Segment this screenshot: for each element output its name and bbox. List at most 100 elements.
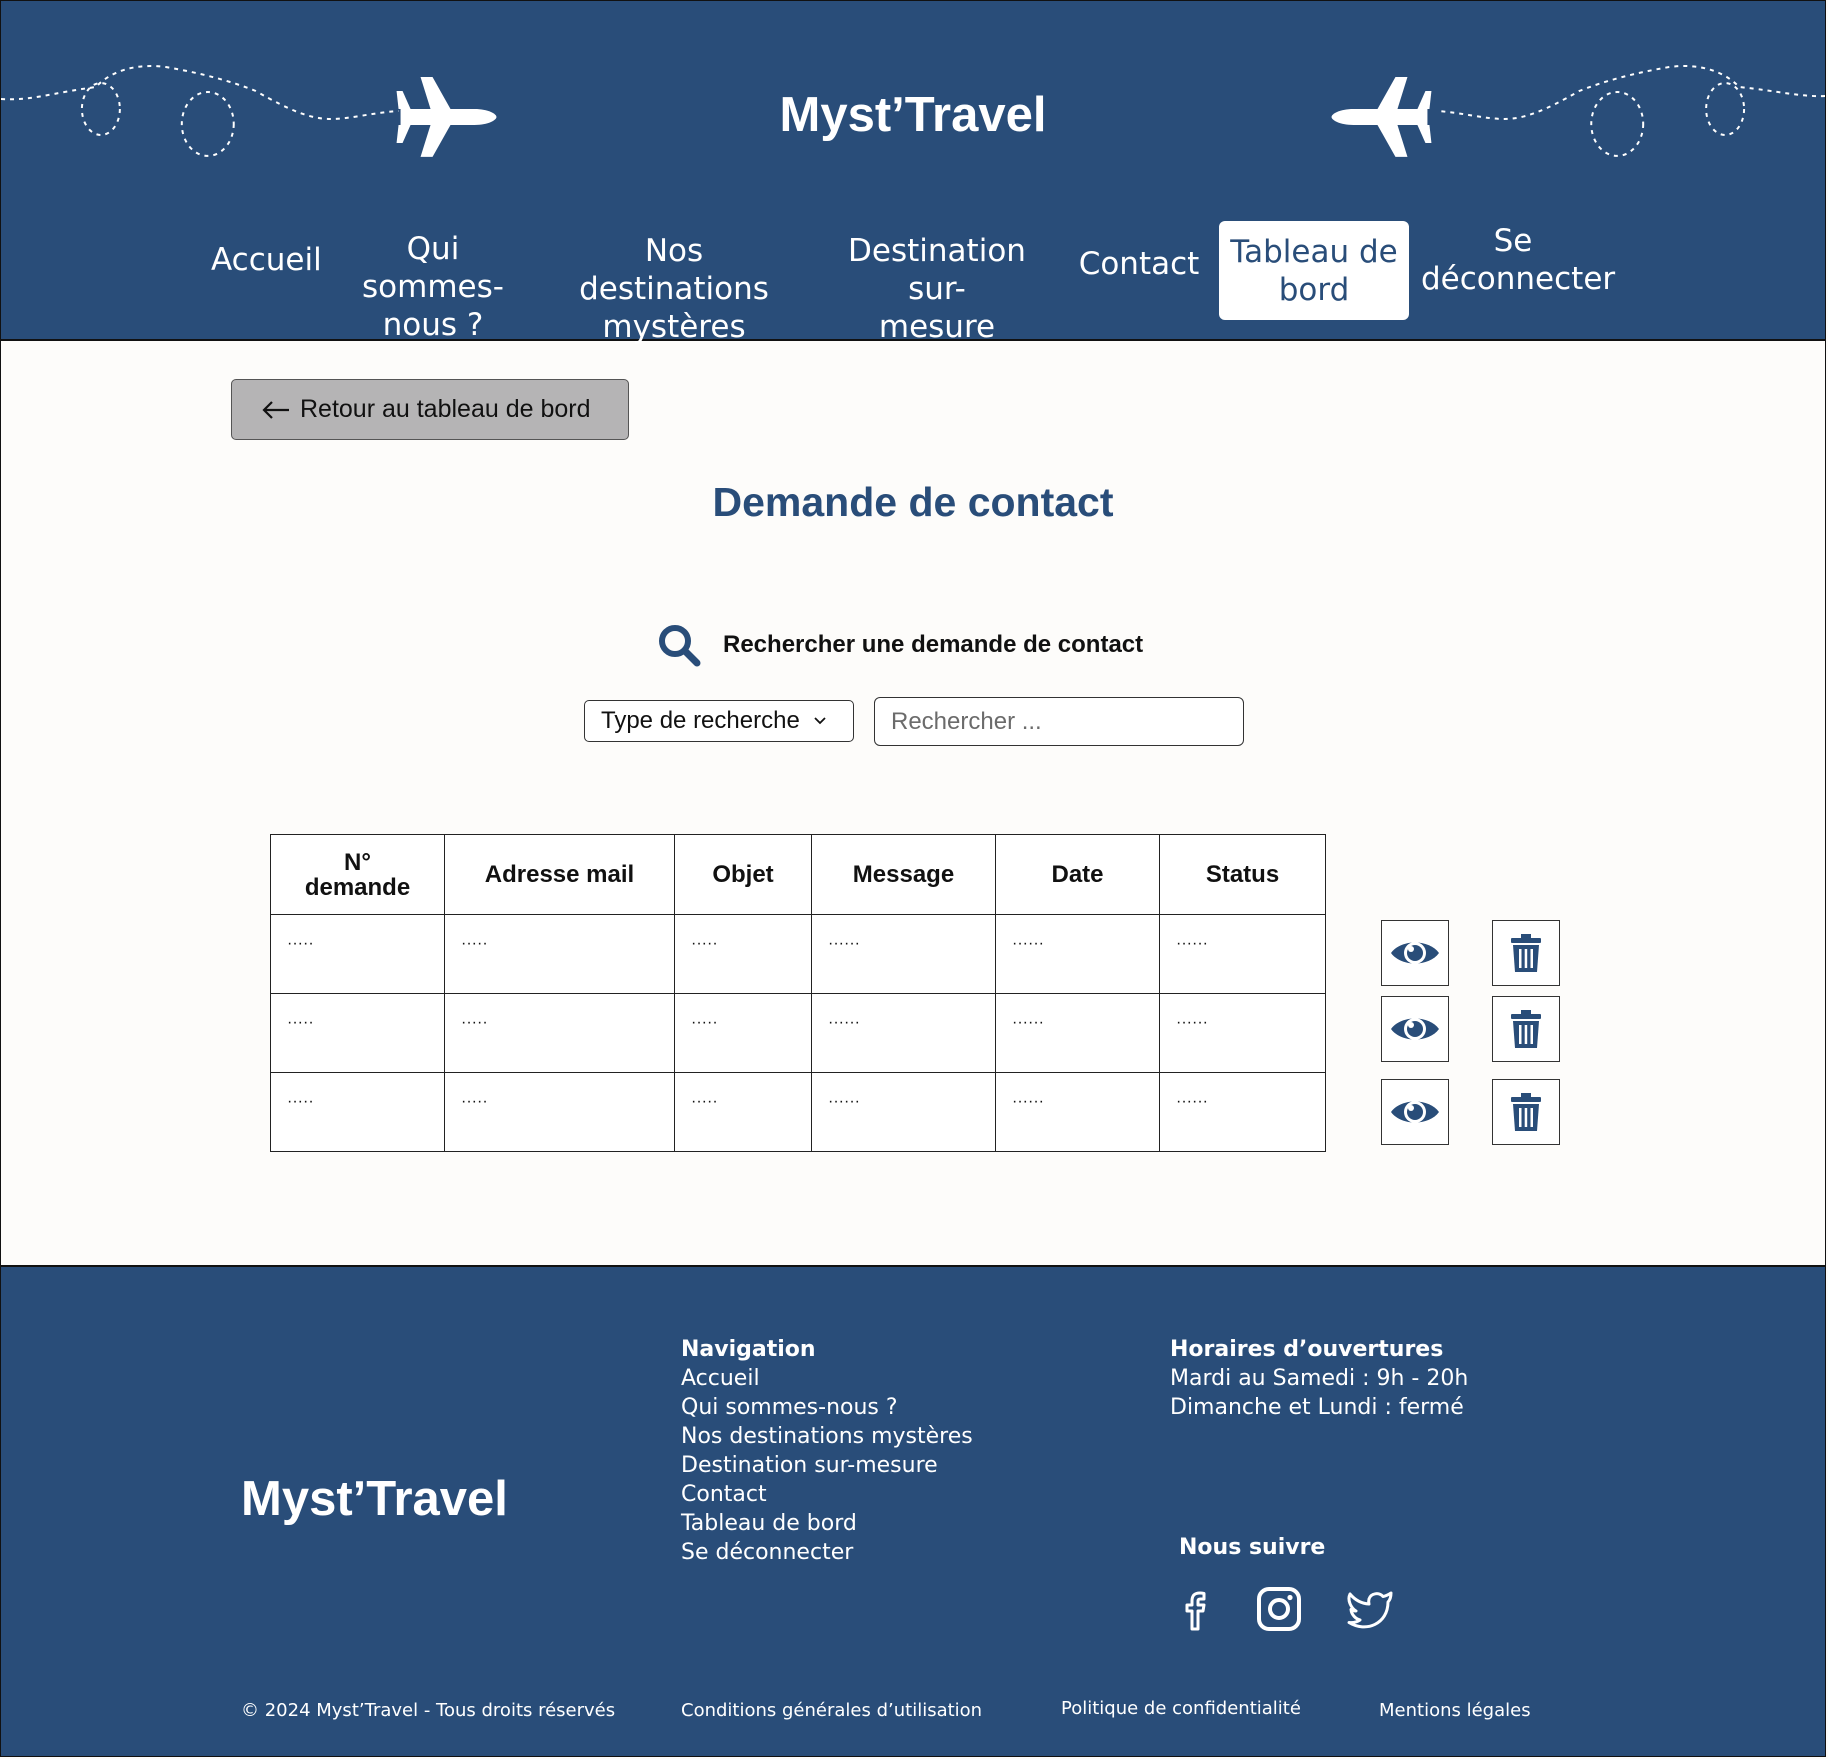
table-cell: ····· xyxy=(674,1072,812,1152)
page: Myst’Travel Accueil Qui sommes- nous ? N… xyxy=(0,0,1826,1757)
legal-notice-link[interactable]: Mentions légales xyxy=(1379,1700,1531,1721)
footer-hours-line: Dimanche et Lundi : fermé xyxy=(1170,1395,1464,1420)
footer-link-se-deconnecter[interactable]: Se déconnecter xyxy=(681,1538,973,1567)
footer-hours-title: Horaires d’ouvertures xyxy=(1170,1337,1444,1362)
footer-hours-line: Mardi au Samedi : 9h - 20h xyxy=(1170,1366,1469,1391)
nav-destinations-mysteres[interactable]: Nos destinations mystères xyxy=(549,232,799,346)
table-row: ····· ····· ····· ······ ······ ······ xyxy=(270,1072,1326,1152)
footer-link-destinations-mysteres[interactable]: Nos destinations mystères xyxy=(681,1422,973,1451)
footer-link-contact[interactable]: Contact xyxy=(681,1480,973,1509)
search-icon xyxy=(659,625,701,667)
site-title[interactable]: Myst’Travel xyxy=(1,87,1825,143)
delete-request-button[interactable] xyxy=(1492,996,1560,1062)
table-cell: ····· xyxy=(444,1072,675,1152)
footer-logo[interactable]: Myst’Travel xyxy=(241,1471,508,1527)
back-to-dashboard-button[interactable]: Retour au tableau de bord xyxy=(231,379,629,440)
table-cell: ······ xyxy=(1159,993,1326,1073)
site-header: Myst’Travel Accueil Qui sommes- nous ? N… xyxy=(1,1,1825,345)
eye-icon xyxy=(1391,1101,1439,1123)
nav-label: bord xyxy=(1278,271,1350,308)
table-cell: ····· xyxy=(270,1072,445,1152)
footer-link-tableau-de-bord[interactable]: Tableau de bord xyxy=(681,1509,973,1538)
eye-icon xyxy=(1391,942,1439,964)
table-cell: ····· xyxy=(444,993,675,1073)
site-footer: Myst’Travel Navigation Accueil Qui somme… xyxy=(1,1265,1825,1756)
nav-qui-sommes-nous[interactable]: Qui sommes- nous ? xyxy=(333,230,533,344)
delete-request-button[interactable] xyxy=(1492,1079,1560,1145)
nav-label: mesure xyxy=(878,309,996,345)
column-header-email: Adresse mail xyxy=(444,834,675,915)
search-type-select[interactable]: Type de recherche xyxy=(584,700,854,742)
table-cell: ····· xyxy=(270,993,445,1073)
column-header-label: N° xyxy=(344,848,371,876)
nav-tableau-de-bord[interactable]: Tableau de bord xyxy=(1219,221,1409,320)
footer-hours: Horaires d’ouvertures Mardi au Samedi : … xyxy=(1170,1335,1468,1422)
twitter-icon[interactable] xyxy=(1346,1585,1394,1633)
table-header-row: N° demande Adresse mail Objet Message Da… xyxy=(270,834,1326,915)
view-request-button[interactable] xyxy=(1381,1079,1449,1145)
nav-label: Qui sommes- xyxy=(362,231,504,305)
nav-label: Contact xyxy=(1078,246,1200,282)
search-section-header: Rechercher une demande de contact xyxy=(657,623,1143,667)
table-cell: ····· xyxy=(674,914,812,994)
footer-nav-title: Navigation xyxy=(681,1337,816,1362)
search-input[interactable] xyxy=(874,697,1244,746)
eye-icon xyxy=(1391,1018,1439,1040)
nav-contact[interactable]: Contact xyxy=(1077,245,1201,283)
trash-icon xyxy=(1511,1010,1541,1048)
nav-accueil[interactable]: Accueil xyxy=(211,241,322,279)
footer-link-destination-sur-mesure[interactable]: Destination sur-mesure xyxy=(681,1451,973,1480)
nav-label: Se xyxy=(1493,223,1533,259)
search-type-value: Type de recherche xyxy=(601,707,800,734)
nav-label: Destination sur- xyxy=(848,233,1026,307)
nav-label: déconnecter xyxy=(1421,261,1616,297)
instagram-icon[interactable] xyxy=(1255,1585,1303,1633)
column-header-label: demande xyxy=(304,873,411,901)
trash-icon xyxy=(1511,1093,1541,1131)
footer-follow-title: Nous suivre xyxy=(1179,1535,1326,1560)
trash-icon xyxy=(1511,934,1541,972)
table-row: ····· ····· ····· ······ ······ ······ xyxy=(270,993,1326,1073)
view-request-button[interactable] xyxy=(1381,920,1449,986)
table-cell: ······ xyxy=(811,993,996,1073)
table-cell: ······ xyxy=(811,1072,996,1152)
nav-label: mystères xyxy=(602,309,746,345)
table-cell: ······ xyxy=(1159,1072,1326,1152)
footer-link-qui-sommes-nous[interactable]: Qui sommes-nous ? xyxy=(681,1393,973,1422)
table-cell: ······ xyxy=(995,1072,1160,1152)
chevron-down-icon xyxy=(814,717,826,725)
table-cell: ······ xyxy=(811,914,996,994)
view-request-button[interactable] xyxy=(1381,996,1449,1062)
table-cell: ····· xyxy=(674,993,812,1073)
column-header-num: N° demande xyxy=(270,834,445,915)
copyright-text: © 2024 Myst’Travel - Tous droits réservé… xyxy=(241,1700,616,1721)
column-header-status: Status xyxy=(1159,834,1326,915)
nav-destination-sur-mesure[interactable]: Destination sur- mesure xyxy=(819,232,1055,346)
table-row: ····· ····· ····· ······ ······ ······ xyxy=(270,914,1326,994)
table-cell: ······ xyxy=(995,993,1160,1073)
nav-label: Accueil xyxy=(211,242,322,278)
nav-label: Nos destinations xyxy=(579,233,769,307)
table-cell: ····· xyxy=(270,914,445,994)
delete-request-button[interactable] xyxy=(1492,920,1560,986)
table-cell: ······ xyxy=(1159,914,1326,994)
table-cell: ······ xyxy=(995,914,1160,994)
table-cell: ····· xyxy=(444,914,675,994)
column-header-objet: Objet xyxy=(674,834,812,915)
column-header-date: Date xyxy=(995,834,1160,915)
nav-se-deconnecter[interactable]: Se déconnecter xyxy=(1421,222,1616,298)
privacy-policy-link[interactable]: Politique de confidentialité xyxy=(1061,1698,1301,1719)
page-title: Demande de contact xyxy=(712,479,1114,525)
back-button-label: Retour au tableau de bord xyxy=(300,395,591,423)
cgu-link[interactable]: Conditions générales d’utilisation xyxy=(681,1700,982,1721)
nav-label: Tableau de xyxy=(1230,233,1398,270)
arrow-left-icon xyxy=(262,400,289,419)
contact-requests-table: N° demande Adresse mail Objet Message Da… xyxy=(270,834,1326,1152)
facebook-icon[interactable] xyxy=(1172,1585,1220,1633)
column-header-message: Message xyxy=(811,834,996,915)
nav-label: nous ? xyxy=(382,307,484,343)
footer-link-accueil[interactable]: Accueil xyxy=(681,1364,973,1393)
footer-navigation: Navigation Accueil Qui sommes-nous ? Nos… xyxy=(681,1335,973,1567)
footer-follow: Nous suivre xyxy=(1179,1533,1325,1562)
search-label: Rechercher une demande de contact xyxy=(723,631,1144,658)
